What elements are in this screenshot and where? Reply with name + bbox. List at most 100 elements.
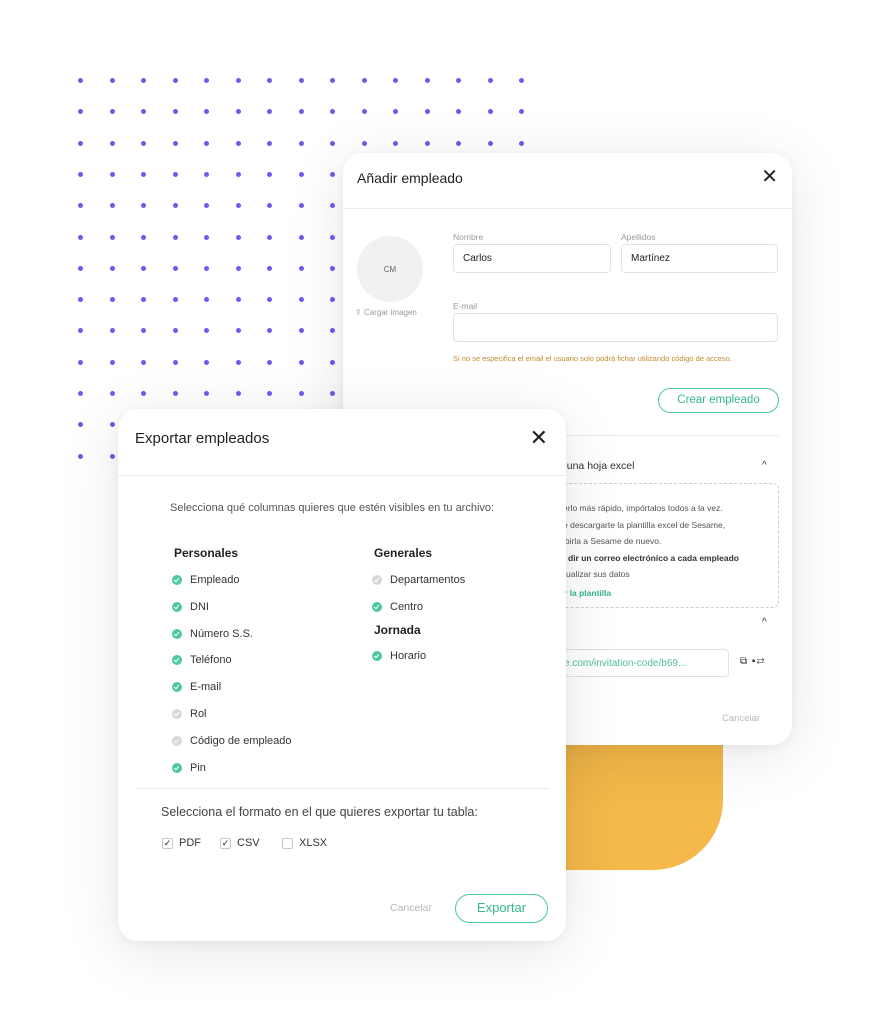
decorative-dot <box>235 140 241 146</box>
decorative-dot <box>235 328 241 334</box>
import-line-3: ibirla a Sesame de nuevo. <box>563 536 662 546</box>
decorative-dot <box>141 140 146 146</box>
column-option[interactable]: DNI <box>172 600 209 614</box>
apellidos-field[interactable]: Martínez <box>621 244 778 273</box>
format-label: CSV <box>237 837 260 849</box>
format-checkbox[interactable]: ✓ CSV <box>220 836 260 850</box>
decorative-dot <box>267 109 272 115</box>
group-generales-title: Generales <box>374 546 433 560</box>
close-icon[interactable]: ✕ <box>761 167 778 187</box>
column-option[interactable]: Departamentos <box>372 573 465 587</box>
decorative-dot <box>298 78 304 83</box>
cancel-button[interactable]: Cancelar <box>390 902 432 914</box>
decorative-dot <box>204 328 209 334</box>
upload-image-link[interactable]: ⇪ Cargar imagen <box>355 308 417 317</box>
decorative-dot <box>235 171 241 177</box>
decorative-dot <box>267 203 272 209</box>
decorative-dot <box>204 203 209 209</box>
decorative-dot <box>204 265 209 271</box>
group-personales-title: Personales <box>174 546 239 560</box>
chevron-up-icon[interactable]: ^ <box>762 460 767 471</box>
decorative-dot <box>172 359 178 365</box>
decorative-dot <box>298 140 304 146</box>
decorative-dot <box>172 78 178 83</box>
decorative-dot <box>487 109 493 115</box>
decorative-dot <box>172 171 178 177</box>
decorative-dot <box>330 234 335 240</box>
format-label: XLSX <box>299 837 328 849</box>
column-option[interactable]: Número S.S. <box>172 627 253 641</box>
column-option[interactable]: E-mail <box>172 680 221 694</box>
upload-icon: ⇪ <box>355 308 362 317</box>
decorative-dot <box>204 297 209 303</box>
decorative-dot <box>78 140 83 146</box>
decorative-dot <box>267 297 272 303</box>
export-employees-modal: Exportar empleados ✕ Selecciona qué colu… <box>118 409 566 941</box>
column-option[interactable]: Centro <box>372 600 423 614</box>
check-circle-icon <box>172 601 182 612</box>
decorative-dot <box>361 140 367 146</box>
column-option-label: Centro <box>390 600 424 613</box>
decorative-dot <box>109 171 115 177</box>
column-option-label: Código de empleado <box>190 734 292 747</box>
decorative-dot <box>330 171 335 177</box>
decorative-dot <box>298 109 304 115</box>
decorative-dot <box>235 297 241 303</box>
decorative-dot <box>109 265 115 271</box>
check-circle-icon <box>172 682 182 693</box>
decorative-dot <box>298 203 304 209</box>
unchecked-circle-icon <box>172 709 182 719</box>
avatar[interactable]: CM <box>357 236 423 302</box>
cancel-button[interactable]: Cancelar <box>722 713 760 724</box>
decorative-dot <box>78 265 83 271</box>
format-checkbox[interactable]: ✓ PDF <box>162 836 201 850</box>
column-option[interactable]: Rol <box>172 707 207 721</box>
decorative-dot <box>456 78 461 83</box>
decorative-dot <box>141 265 146 271</box>
decorative-dot <box>424 109 430 115</box>
decorative-dot <box>298 265 304 271</box>
format-question: Selecciona el formato en el que quieres … <box>161 805 478 819</box>
decorative-dot <box>78 109 83 115</box>
column-option[interactable]: Teléfono <box>172 653 232 667</box>
decorative-dot <box>298 171 304 177</box>
import-excel-title: e una hoja excel <box>558 460 635 472</box>
decorative-dot <box>235 265 241 271</box>
decorative-dot <box>78 422 83 428</box>
decorative-dot <box>267 328 272 334</box>
decorative-dot <box>204 359 209 365</box>
decorative-dot <box>109 422 115 428</box>
modal-title: Añadir empleado <box>357 170 463 186</box>
decorative-dot <box>204 391 209 396</box>
export-button[interactable]: Exportar <box>455 894 548 923</box>
download-template-link[interactable]: r la plantilla <box>564 588 611 598</box>
copy-icon[interactable]: ⧉ ▪⇄ <box>740 656 765 667</box>
decorative-dot <box>172 203 178 209</box>
column-option[interactable]: Código de empleado <box>172 734 292 748</box>
column-option[interactable]: Horario <box>372 649 426 663</box>
close-icon[interactable]: ✕ <box>530 427 548 449</box>
decorative-dot <box>109 140 115 146</box>
email-warning: Si no se especifica el email el usuario … <box>453 354 732 363</box>
apellidos-label: Apellidos <box>621 232 656 242</box>
import-line-bold: dir un correo electrónico a cada emplead… <box>568 553 739 563</box>
column-option[interactable]: Empleado <box>172 573 240 587</box>
nombre-field[interactable]: Carlos <box>453 244 611 273</box>
format-checkbox[interactable]: XLSX <box>282 836 327 850</box>
email-field[interactable] <box>453 313 778 342</box>
chevron-up-icon[interactable]: ^ <box>762 617 767 628</box>
unchecked-circle-icon <box>372 575 382 585</box>
import-line-4: ualizar sus datos <box>566 569 630 579</box>
decorative-dot <box>172 234 178 240</box>
decorative-dot <box>330 359 335 365</box>
decorative-dot <box>78 78 83 83</box>
decorative-dot <box>267 140 272 146</box>
column-option[interactable]: Pin <box>172 761 206 775</box>
decorative-dot <box>141 234 146 240</box>
checkmark-icon: ✓ <box>220 837 231 849</box>
decorative-dot <box>109 234 115 240</box>
decorative-dot <box>141 391 146 396</box>
create-employee-button[interactable]: Crear empleado <box>658 388 779 413</box>
decorative-dot <box>298 234 304 240</box>
check-circle-icon <box>172 762 182 773</box>
